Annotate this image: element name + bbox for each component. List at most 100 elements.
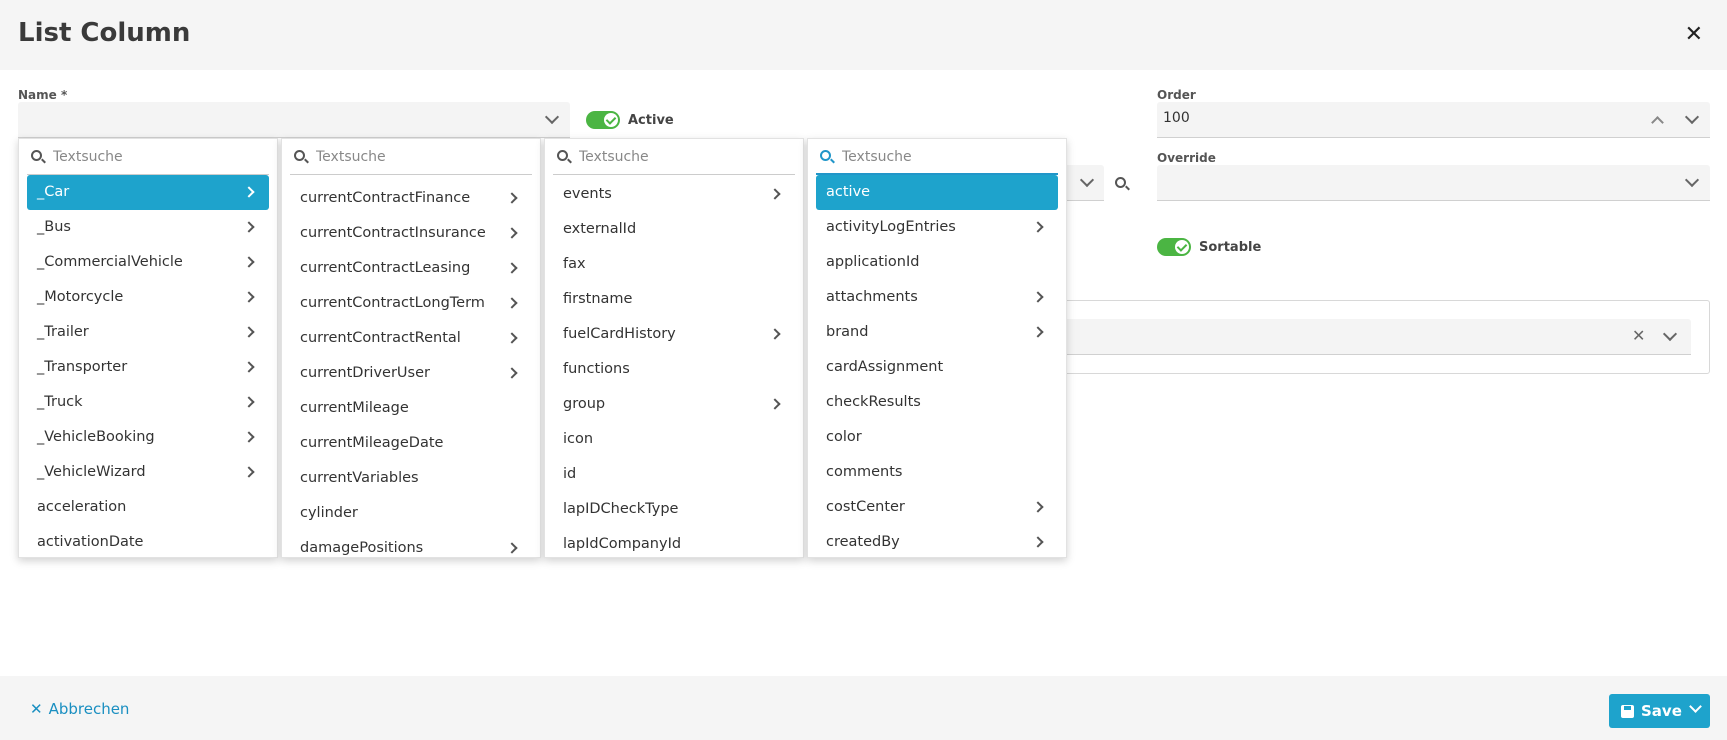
- list-item-label: applicationId: [826, 254, 920, 270]
- name-label: Name *: [18, 88, 68, 102]
- list-item-label: functions: [563, 361, 630, 377]
- clear-icon[interactable]: ✕: [1632, 326, 1645, 345]
- list-item[interactable]: functions: [553, 352, 795, 387]
- list-item[interactable]: lapIdCompanyId: [553, 527, 795, 557]
- item-list: events externalId fax firstname fuelCardHist…: [545, 177, 803, 557]
- search-input[interactable]: [53, 145, 263, 169]
- order-input[interactable]: 100: [1157, 102, 1710, 138]
- chevron-right-icon: [243, 291, 255, 303]
- name-select[interactable]: [18, 102, 570, 138]
- list-item[interactable]: _VehicleWizard: [27, 455, 269, 490]
- chevron-right-icon: [506, 192, 518, 204]
- list-item[interactable]: _Motorcycle: [27, 280, 269, 315]
- list-item-label: _Bus: [37, 219, 71, 235]
- list-item[interactable]: cardAssignment: [816, 350, 1058, 385]
- list-item[interactable]: checkResults: [816, 385, 1058, 420]
- list-item[interactable]: currentContractInsurance: [290, 216, 532, 251]
- chevron-down-icon: [1684, 172, 1700, 188]
- list-item[interactable]: _Car: [27, 175, 269, 210]
- chevron-down-icon: [544, 109, 560, 125]
- search-input[interactable]: [579, 145, 789, 169]
- list-item-label: currentContractRental: [300, 330, 461, 346]
- list-item[interactable]: id: [553, 457, 795, 492]
- list-item[interactable]: damagePositions: [290, 531, 532, 557]
- list-item[interactable]: acceleration: [27, 490, 269, 525]
- list-item[interactable]: fax: [553, 247, 795, 282]
- override-select[interactable]: [1157, 165, 1710, 201]
- search-icon[interactable]: [1115, 177, 1126, 188]
- chevron-right-icon: [506, 332, 518, 344]
- search-icon: [820, 150, 831, 161]
- list-item-label: id: [563, 466, 577, 482]
- list-item[interactable]: group: [553, 387, 795, 422]
- chevron-right-icon: [243, 256, 255, 268]
- save-button[interactable]: Save: [1609, 694, 1710, 728]
- list-item[interactable]: cylinder: [290, 496, 532, 531]
- panel-search[interactable]: [553, 139, 795, 175]
- search-icon: [31, 150, 42, 161]
- active-toggle[interactable]: [586, 111, 620, 129]
- list-item[interactable]: _Truck: [27, 385, 269, 420]
- list-item-label: lapIdCompanyId: [563, 536, 682, 552]
- chevron-right-icon: [243, 431, 255, 443]
- list-item[interactable]: currentContractLeasing: [290, 251, 532, 286]
- list-item[interactable]: lapIDCheckType: [553, 492, 795, 527]
- list-item[interactable]: currentMileage: [290, 391, 532, 426]
- list-item[interactable]: color: [816, 420, 1058, 455]
- list-item[interactable]: currentMileageDate: [290, 426, 532, 461]
- list-item-label: fax: [563, 256, 586, 272]
- list-item-label: currentDriverUser: [300, 365, 430, 381]
- list-item[interactable]: _Bus: [27, 210, 269, 245]
- chevron-down-icon[interactable]: [1684, 109, 1700, 125]
- dialog-title: List Column: [18, 18, 191, 48]
- chevron-down-icon: [1079, 172, 1095, 188]
- order-value: 100: [1163, 110, 1190, 126]
- chevron-down-icon[interactable]: [1689, 700, 1702, 713]
- list-item-label: currentMileage: [300, 400, 409, 416]
- list-item[interactable]: attachments: [816, 280, 1058, 315]
- panel-search[interactable]: [816, 139, 1058, 175]
- filter-select[interactable]: ✕: [1001, 319, 1691, 355]
- list-item[interactable]: activationDate: [27, 525, 269, 557]
- list-item[interactable]: fuelCardHistory: [553, 317, 795, 352]
- list-item[interactable]: firstname: [553, 282, 795, 317]
- list-item[interactable]: externalId: [553, 212, 795, 247]
- list-item[interactable]: brand: [816, 315, 1058, 350]
- list-item-label: icon: [563, 431, 594, 447]
- list-item[interactable]: costCenter: [816, 490, 1058, 525]
- chevron-up-icon[interactable]: [1651, 116, 1664, 129]
- list-item[interactable]: _Transporter: [27, 350, 269, 385]
- list-item[interactable]: events: [553, 177, 795, 212]
- search-input[interactable]: [316, 145, 526, 169]
- chevron-right-icon: [1032, 221, 1044, 233]
- list-item[interactable]: active: [816, 175, 1058, 210]
- list-item-label: externalId: [563, 221, 637, 237]
- cancel-button[interactable]: ✕ Abbrechen: [30, 700, 129, 718]
- list-item[interactable]: activityLogEntries: [816, 210, 1058, 245]
- list-item[interactable]: currentContractFinance: [290, 181, 532, 216]
- list-item[interactable]: createdBy: [816, 525, 1058, 557]
- list-item[interactable]: applicationId: [816, 245, 1058, 280]
- list-item[interactable]: _VehicleBooking: [27, 420, 269, 455]
- list-item[interactable]: comments: [816, 455, 1058, 490]
- list-item[interactable]: currentContractRental: [290, 321, 532, 356]
- check-icon: [604, 113, 618, 127]
- panel-search[interactable]: [27, 139, 269, 175]
- list-item[interactable]: currentContractLongTerm: [290, 286, 532, 321]
- panel-search[interactable]: [290, 139, 532, 175]
- search-input[interactable]: [842, 145, 1052, 169]
- list-item[interactable]: _Trailer: [27, 315, 269, 350]
- sortable-toggle[interactable]: [1157, 238, 1191, 256]
- list-item[interactable]: currentDriverUser: [290, 356, 532, 391]
- cancel-label: Abbrechen: [48, 700, 130, 718]
- list-item[interactable]: icon: [553, 422, 795, 457]
- list-item[interactable]: _CommercialVehicle: [27, 245, 269, 280]
- list-item[interactable]: currentVariables: [290, 461, 532, 496]
- list-item-label: _Trailer: [37, 324, 89, 340]
- chevron-right-icon: [1032, 326, 1044, 338]
- chevron-right-icon: [243, 361, 255, 373]
- order-label: Order: [1157, 88, 1196, 102]
- list-item-label: fuelCardHistory: [563, 326, 676, 342]
- close-icon[interactable]: ✕: [1685, 22, 1703, 47]
- list-item-label: cardAssignment: [826, 359, 944, 375]
